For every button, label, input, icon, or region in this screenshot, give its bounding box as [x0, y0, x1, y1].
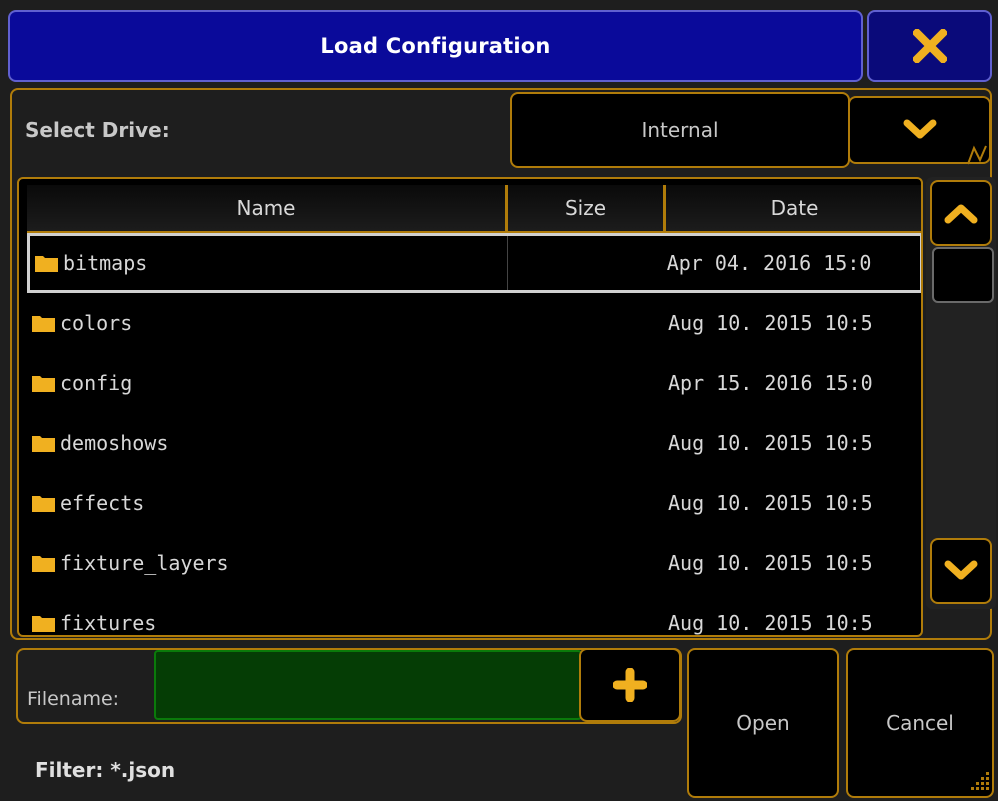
scroll-down-button[interactable] [930, 538, 992, 604]
file-date: Aug 10. 2015 10:5 [668, 551, 873, 575]
row-name-cell: demoshows [27, 431, 508, 455]
open-button-label: Open [736, 711, 790, 735]
row-name-cell: colors [27, 311, 508, 335]
row-name-cell: effects [27, 491, 508, 515]
filename-label: Filename: [27, 688, 120, 710]
file-name: fixture_layers [60, 551, 229, 575]
file-date: Aug 10. 2015 10:5 [668, 611, 873, 635]
scroll-up-button[interactable] [930, 180, 992, 246]
table-row[interactable]: colors Aug 10. 2015 10:5 [27, 293, 921, 353]
row-name-cell: fixtures [27, 611, 508, 635]
table-row[interactable]: fixtures Aug 10. 2015 10:5 [27, 593, 921, 635]
folder-icon [31, 493, 57, 513]
folder-icon [31, 613, 57, 633]
close-button[interactable] [867, 10, 992, 82]
corner-notch-icon [967, 145, 987, 165]
chevron-up-icon [944, 204, 978, 224]
file-date: Aug 10. 2015 10:5 [668, 491, 873, 515]
add-button[interactable] [579, 648, 681, 722]
column-header-date[interactable]: Date [666, 185, 921, 233]
drive-select[interactable]: Internal [510, 92, 850, 168]
folder-icon [31, 373, 57, 393]
row-name-cell: fixture_layers [27, 551, 508, 575]
file-name: bitmaps [63, 251, 148, 275]
table-row[interactable]: effects Aug 10. 2015 10:5 [27, 473, 921, 533]
file-list: bitmaps Apr 04. 2016 15:0 colors Aug 10.… [27, 233, 921, 635]
scrollbar-thumb[interactable] [932, 247, 994, 303]
close-x-icon [912, 29, 947, 63]
plus-icon [613, 668, 647, 702]
folder-icon [34, 253, 60, 273]
select-drive-label: Select Drive: [25, 118, 170, 142]
file-table: Name Size Date bitmaps Apr 04. 2016 15:0… [17, 177, 923, 637]
row-name-cell: bitmaps [30, 236, 508, 290]
file-name: colors [60, 311, 133, 335]
dialog-title: Load Configuration [320, 34, 551, 58]
chevron-down-icon [903, 119, 936, 139]
file-name: effects [60, 491, 145, 515]
file-name: fixtures [60, 611, 157, 635]
table-row[interactable]: fixture_layers Aug 10. 2015 10:5 [27, 533, 921, 593]
cancel-button-label: Cancel [886, 711, 954, 735]
table-row[interactable]: bitmaps Apr 04. 2016 15:0 [27, 233, 921, 293]
file-date: Apr 04. 2016 15:0 [666, 251, 872, 275]
file-name: demoshows [60, 431, 169, 455]
folder-icon [31, 553, 57, 573]
resize-grip-icon[interactable] [966, 768, 992, 794]
file-date: Apr 15. 2016 15:0 [668, 371, 873, 395]
table-header: Name Size Date [27, 185, 921, 233]
open-button[interactable]: Open [687, 648, 839, 798]
file-date: Aug 10. 2015 10:5 [668, 431, 873, 455]
chevron-down-icon [944, 560, 978, 580]
filename-input[interactable] [154, 650, 582, 720]
folder-icon [31, 313, 57, 333]
filter-text: Filter: *.json [35, 758, 176, 782]
file-name: config [60, 371, 133, 395]
drive-value: Internal [641, 118, 719, 142]
file-date: Aug 10. 2015 10:5 [668, 311, 873, 335]
table-row[interactable]: demoshows Aug 10. 2015 10:5 [27, 413, 921, 473]
table-row[interactable]: config Apr 15. 2016 15:0 [27, 353, 921, 413]
title-bar: Load Configuration [8, 10, 863, 82]
column-header-size[interactable]: Size [508, 185, 666, 233]
column-header-name[interactable]: Name [27, 185, 508, 233]
folder-icon [31, 433, 57, 453]
row-name-cell: config [27, 371, 508, 395]
